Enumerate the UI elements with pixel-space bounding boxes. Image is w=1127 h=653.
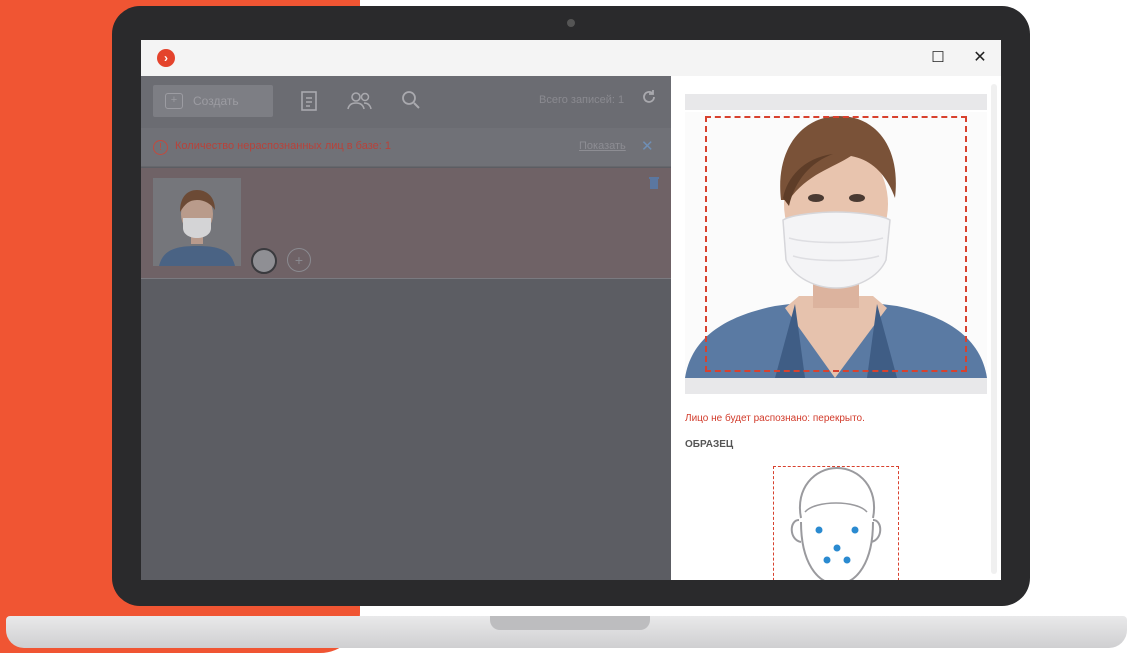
create-button-label: Создать <box>193 94 239 108</box>
refresh-icon[interactable] <box>641 89 657 110</box>
photo-top-bar <box>685 94 987 110</box>
app-window: › ☐ ✕ + Создать Всего записей: 1 ! Колич… <box>141 40 1001 580</box>
face-warning-text: Лицо не будет распознано: перекрыто. <box>685 413 865 424</box>
close-window-button[interactable]: ✕ <box>969 47 991 69</box>
laptop-base-notch <box>490 616 650 630</box>
photo-bottom-bar <box>685 378 987 394</box>
plus-icon: + <box>165 93 183 109</box>
warning-icon: ! <box>153 140 168 155</box>
list-item[interactable]: + <box>141 168 671 279</box>
show-link[interactable]: Показать <box>579 140 626 152</box>
sample-heading: ОБРАЗЕЦ <box>685 439 734 450</box>
trash-icon[interactable] <box>649 176 659 193</box>
scrollbar[interactable] <box>991 84 997 574</box>
create-button[interactable]: + Создать <box>153 85 273 117</box>
app-logo-icon: › <box>157 49 175 67</box>
title-bar: › ☐ ✕ <box>141 40 1001 77</box>
sample-detection-frame <box>773 466 899 580</box>
sample-face-diagram <box>771 462 901 580</box>
alert-message: Количество нераспознанных лиц в базе: 1 <box>175 140 391 152</box>
webcam-dot <box>567 19 575 27</box>
maximize-button[interactable]: ☐ <box>927 47 949 69</box>
photo-details-pane: Лицо не будет распознано: перекрыто. ОБР… <box>671 76 1001 580</box>
avatar <box>251 248 277 274</box>
add-circle-icon[interactable]: + <box>287 248 311 272</box>
person-photo-thumbnail <box>153 178 241 266</box>
person-list-pane: + Создать Всего записей: 1 ! Количество … <box>141 76 671 580</box>
unrecognized-alert: ! Количество нераспознанных лиц в базе: … <box>141 128 671 167</box>
search-icon[interactable] <box>399 90 423 114</box>
face-detection-frame <box>705 116 967 372</box>
users-group-icon[interactable] <box>345 90 375 114</box>
records-count: Всего записей: 1 <box>539 94 625 106</box>
list-toolbar: + Создать Всего записей: 1 <box>141 76 671 128</box>
person-photo <box>685 112 987 378</box>
alert-close-icon[interactable]: ✕ <box>641 137 654 155</box>
import-file-icon[interactable] <box>297 90 321 114</box>
